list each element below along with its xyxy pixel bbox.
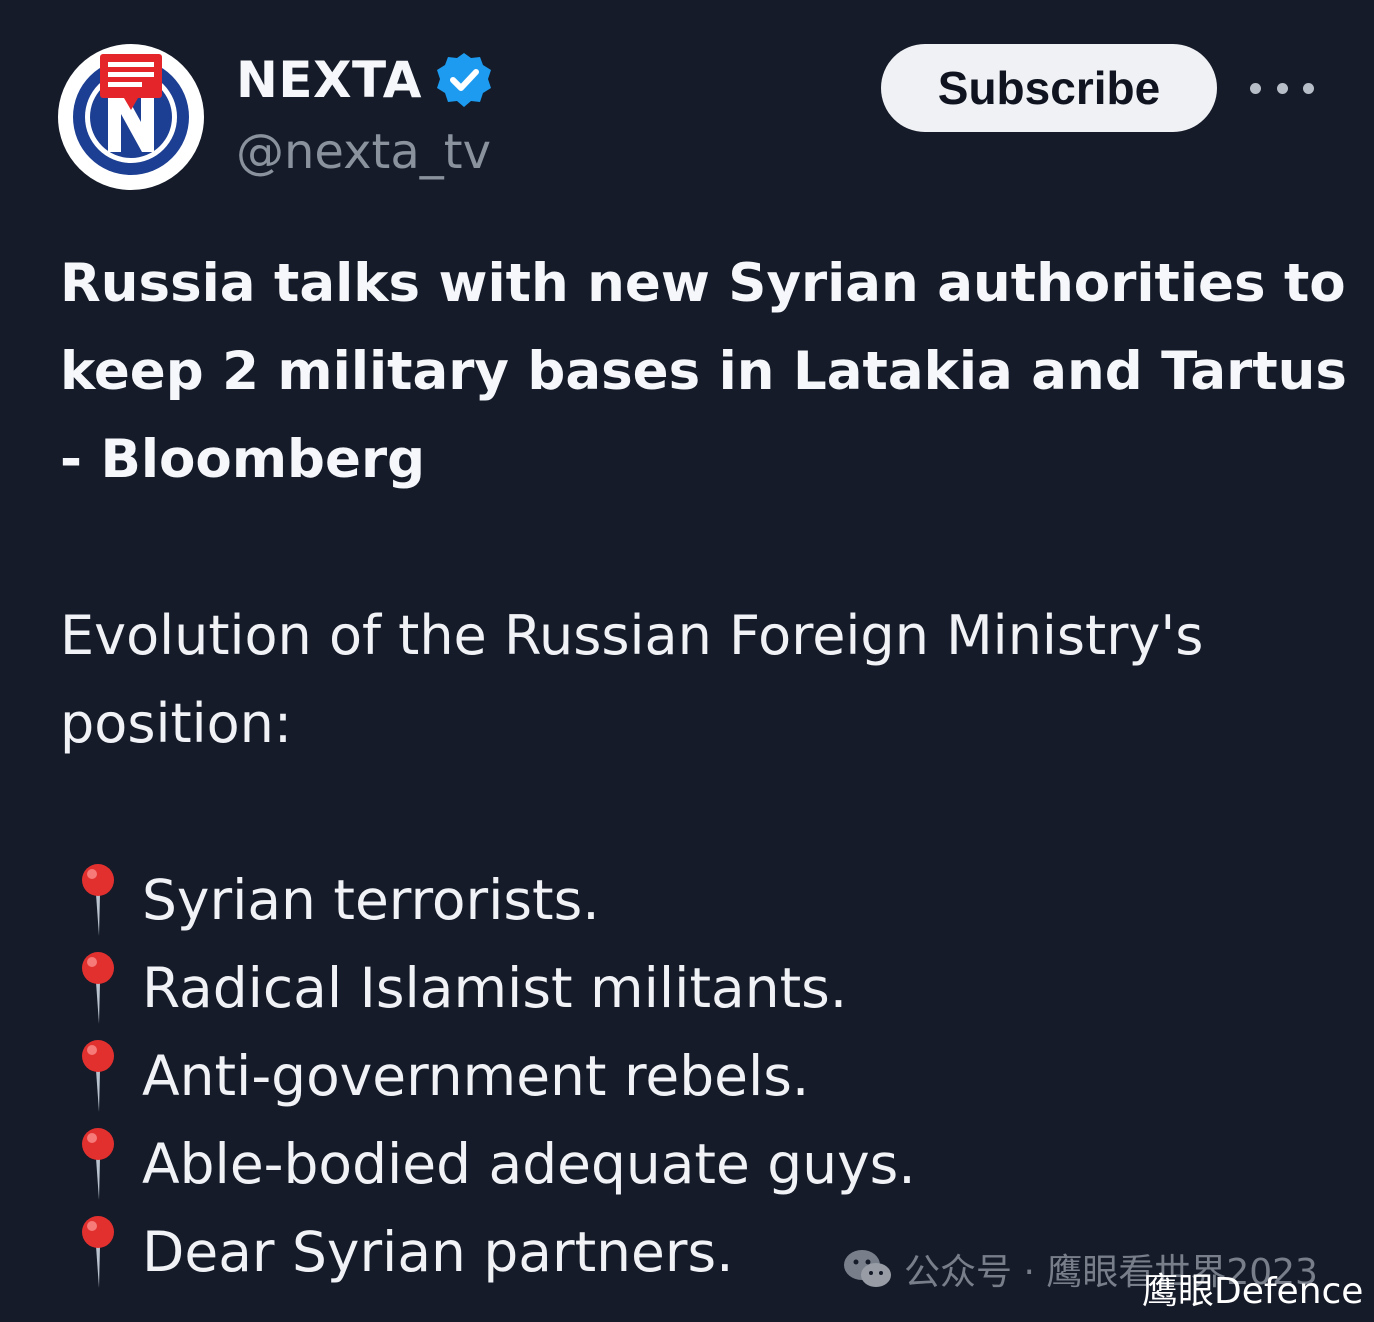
list-item-text: Anti-government rebels. [142, 1044, 810, 1108]
watermark-brand: 鹰眼Defence [1142, 1271, 1364, 1312]
list-item: Able-bodied adequate guys. [70, 1120, 1270, 1208]
post-headline: Russia talks with new Syrian authorities… [60, 240, 1347, 504]
round-pushpin-icon [82, 1216, 114, 1288]
round-pushpin-icon [82, 1128, 114, 1200]
more-options-button[interactable] [1250, 70, 1314, 106]
intro-line: position: [60, 692, 293, 755]
author-display-name[interactable]: NEXTA [236, 51, 422, 109]
author-name-row[interactable]: NEXTA [236, 50, 494, 110]
list-item: Anti-government rebels. [70, 1032, 1270, 1120]
headline-line: keep 2 military bases in Latakia and Tar… [60, 341, 1347, 402]
list-item-text: Radical Islamist militants. [142, 956, 848, 1020]
nexta-logo-icon [73, 54, 189, 175]
more-dot-icon [1250, 82, 1261, 94]
author-avatar[interactable] [58, 44, 204, 190]
intro-line: Evolution of the Russian Foreign Ministr… [60, 604, 1204, 667]
round-pushpin-icon [82, 864, 114, 936]
post-intro: Evolution of the Russian Foreign Ministr… [60, 592, 1330, 768]
headline-line: Russia talks with new Syrian authorities… [60, 253, 1346, 314]
more-dot-icon [1303, 82, 1314, 94]
author-handle[interactable]: @nexta_tv [236, 124, 491, 180]
more-dot-icon [1276, 82, 1288, 94]
list-item: Syrian terrorists. [70, 856, 1270, 944]
wechat-icon [844, 1250, 891, 1287]
headline-line: - Bloomberg [60, 429, 426, 490]
list-item-text: Able-bodied adequate guys. [142, 1132, 916, 1196]
round-pushpin-icon [82, 952, 114, 1024]
list-item-text: Dear Syrian partners. [142, 1220, 734, 1284]
list-item-text: Syrian terrorists. [142, 868, 600, 932]
subscribe-button[interactable]: Subscribe [881, 44, 1217, 132]
round-pushpin-icon [82, 1040, 114, 1112]
position-list: Syrian terrorists. Radical Islamist mili… [70, 856, 1270, 1296]
verified-badge-icon [436, 53, 491, 107]
list-item: Radical Islamist militants. [70, 944, 1270, 1032]
